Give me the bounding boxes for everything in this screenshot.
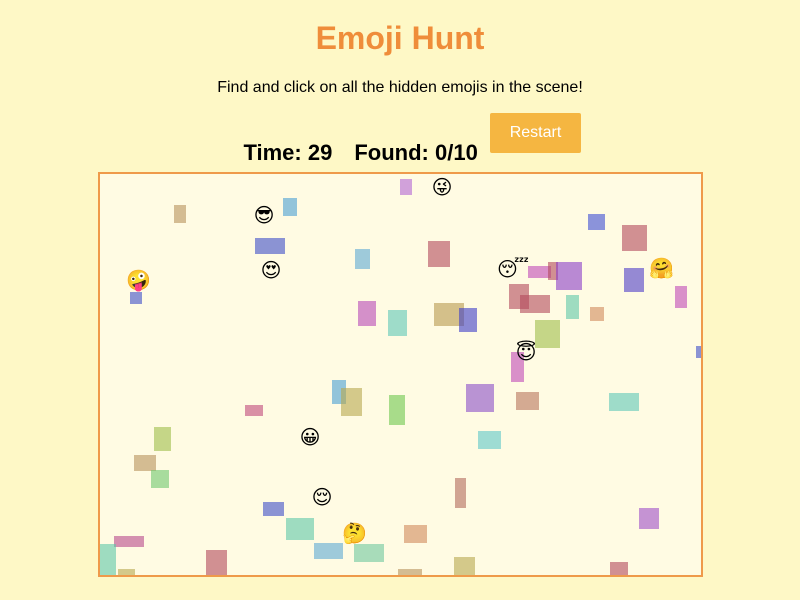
decoy-block xyxy=(404,525,427,543)
decoy-block xyxy=(609,393,639,411)
timer-display: Time: 29 xyxy=(243,140,332,166)
decoy-block xyxy=(520,295,550,313)
decoy-block xyxy=(134,455,156,471)
found-label: Found: xyxy=(354,140,429,165)
decoy-block xyxy=(466,384,494,412)
decoy-block xyxy=(388,310,407,336)
decoy-block xyxy=(556,262,582,290)
emoji-heart-eyes-face[interactable]: 😍 xyxy=(259,258,283,282)
decoy-block xyxy=(675,286,687,308)
decoy-block xyxy=(455,478,466,508)
decoy-block xyxy=(355,249,370,269)
found-counter: Found: 0/10 xyxy=(354,140,477,166)
emoji-halo-face[interactable]: 😇 xyxy=(514,340,538,364)
decoy-block xyxy=(610,562,628,575)
emoji-relieved-face[interactable]: 😌 xyxy=(310,485,334,509)
timer-label: Time: xyxy=(243,140,302,165)
decoy-block xyxy=(100,544,116,575)
decoy-block xyxy=(130,292,142,304)
game-scene[interactable]: 😜 😎 😍 🤪 😴 🤗 😇 😀 😌 🤔 xyxy=(98,172,703,577)
emoji-grinning-face[interactable]: 😀 xyxy=(298,425,322,449)
decoy-block xyxy=(314,543,343,559)
decoy-block xyxy=(286,518,314,540)
instructions-text: Find and click on all the hidden emojis … xyxy=(217,79,583,96)
decoy-block xyxy=(478,431,501,449)
decoy-block xyxy=(428,241,450,267)
decoy-block xyxy=(114,536,144,547)
decoy-block xyxy=(283,198,297,216)
decoy-block xyxy=(566,295,579,319)
emoji-sunglasses-face[interactable]: 😎 xyxy=(252,203,276,227)
decoy-block xyxy=(398,569,422,575)
game-title: Emoji Hunt xyxy=(315,20,485,56)
timer-value: 29 xyxy=(307,140,333,165)
decoy-block xyxy=(389,395,405,425)
decoy-block xyxy=(255,238,285,254)
decoy-block xyxy=(151,470,169,488)
decoy-block xyxy=(624,268,644,292)
decoy-block xyxy=(588,214,605,230)
decoy-block xyxy=(400,179,412,195)
decoy-block xyxy=(535,320,560,348)
restart-button[interactable]: Restart xyxy=(490,113,581,153)
decoy-block xyxy=(263,502,284,516)
emoji-thinking-face[interactable]: 🤔 xyxy=(342,521,367,545)
decoy-block xyxy=(590,307,604,321)
decoy-block xyxy=(454,557,475,575)
emoji-squinting-tongue-face[interactable]: 😜 xyxy=(430,175,454,199)
decoy-block xyxy=(639,508,659,529)
decoy-block xyxy=(245,405,263,416)
decoy-block xyxy=(696,346,701,358)
decoy-block xyxy=(622,225,647,251)
emoji-zany-face[interactable]: 🤪 xyxy=(126,268,151,292)
decoy-block xyxy=(206,550,227,575)
decoy-block xyxy=(354,544,384,562)
decoy-block xyxy=(118,569,135,575)
emoji-hugging-face[interactable]: 🤗 xyxy=(649,256,674,280)
decoy-block xyxy=(154,427,171,451)
decoy-block xyxy=(459,308,477,332)
decoy-block xyxy=(341,388,362,416)
decoy-block xyxy=(516,392,539,410)
decoy-block xyxy=(358,301,376,326)
decoy-block xyxy=(174,205,186,223)
game-app: Emoji Hunt Find and click on all the hid… xyxy=(0,0,800,600)
found-value: 0/10 xyxy=(435,140,478,165)
emoji-sleeping-face[interactable]: 😴 xyxy=(497,257,529,281)
